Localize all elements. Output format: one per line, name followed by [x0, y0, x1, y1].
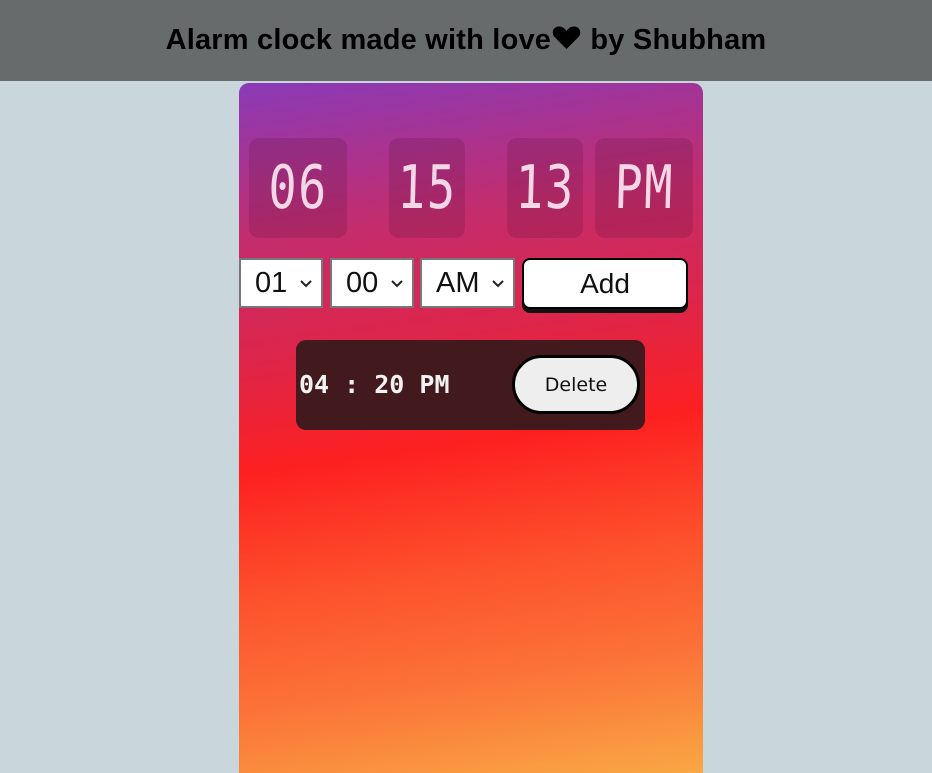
- title-text-prefix: Alarm clock made with love: [165, 23, 552, 56]
- clock-ampm: PM: [595, 138, 693, 238]
- page-title: Alarm clock made with love by Shubham: [166, 24, 767, 58]
- clock-minutes: 15: [389, 138, 465, 238]
- clock-seconds: 13: [507, 138, 583, 238]
- alarm-controls: 01 00 AM Add: [239, 258, 703, 310]
- page-header: Alarm clock made with love by Shubham: [0, 0, 932, 81]
- clock-seconds-value: 13: [514, 153, 576, 223]
- clock-hours-value: 06: [267, 153, 329, 223]
- chevron-down-icon: [300, 280, 312, 288]
- title-text-suffix: by Shubham: [582, 23, 767, 56]
- clock-minutes-value: 15: [396, 153, 458, 223]
- heart-icon: [552, 25, 581, 58]
- delete-alarm-button[interactable]: Delete: [512, 355, 640, 414]
- ampm-select-value: AM: [436, 266, 480, 299]
- alarm-list-item: 04 : 20 PM Delete: [296, 340, 645, 430]
- chevron-down-icon: [391, 280, 403, 288]
- hour-select-value: 01: [255, 266, 288, 299]
- ampm-select[interactable]: AM: [420, 258, 515, 308]
- chevron-down-icon: [492, 280, 504, 288]
- alarm-time: 04 : 20 PM: [299, 370, 450, 399]
- alarm-clock-card: 06 15 13 PM 01 00 AM Add 04 : 20 PM Dele…: [239, 83, 703, 773]
- clock-ampm-value: PM: [613, 153, 675, 223]
- hour-select[interactable]: 01: [239, 258, 323, 308]
- clock-hours: 06: [249, 138, 347, 238]
- add-alarm-button[interactable]: Add: [522, 258, 688, 309]
- minute-select-value: 00: [346, 266, 379, 299]
- minute-select[interactable]: 00: [330, 258, 414, 308]
